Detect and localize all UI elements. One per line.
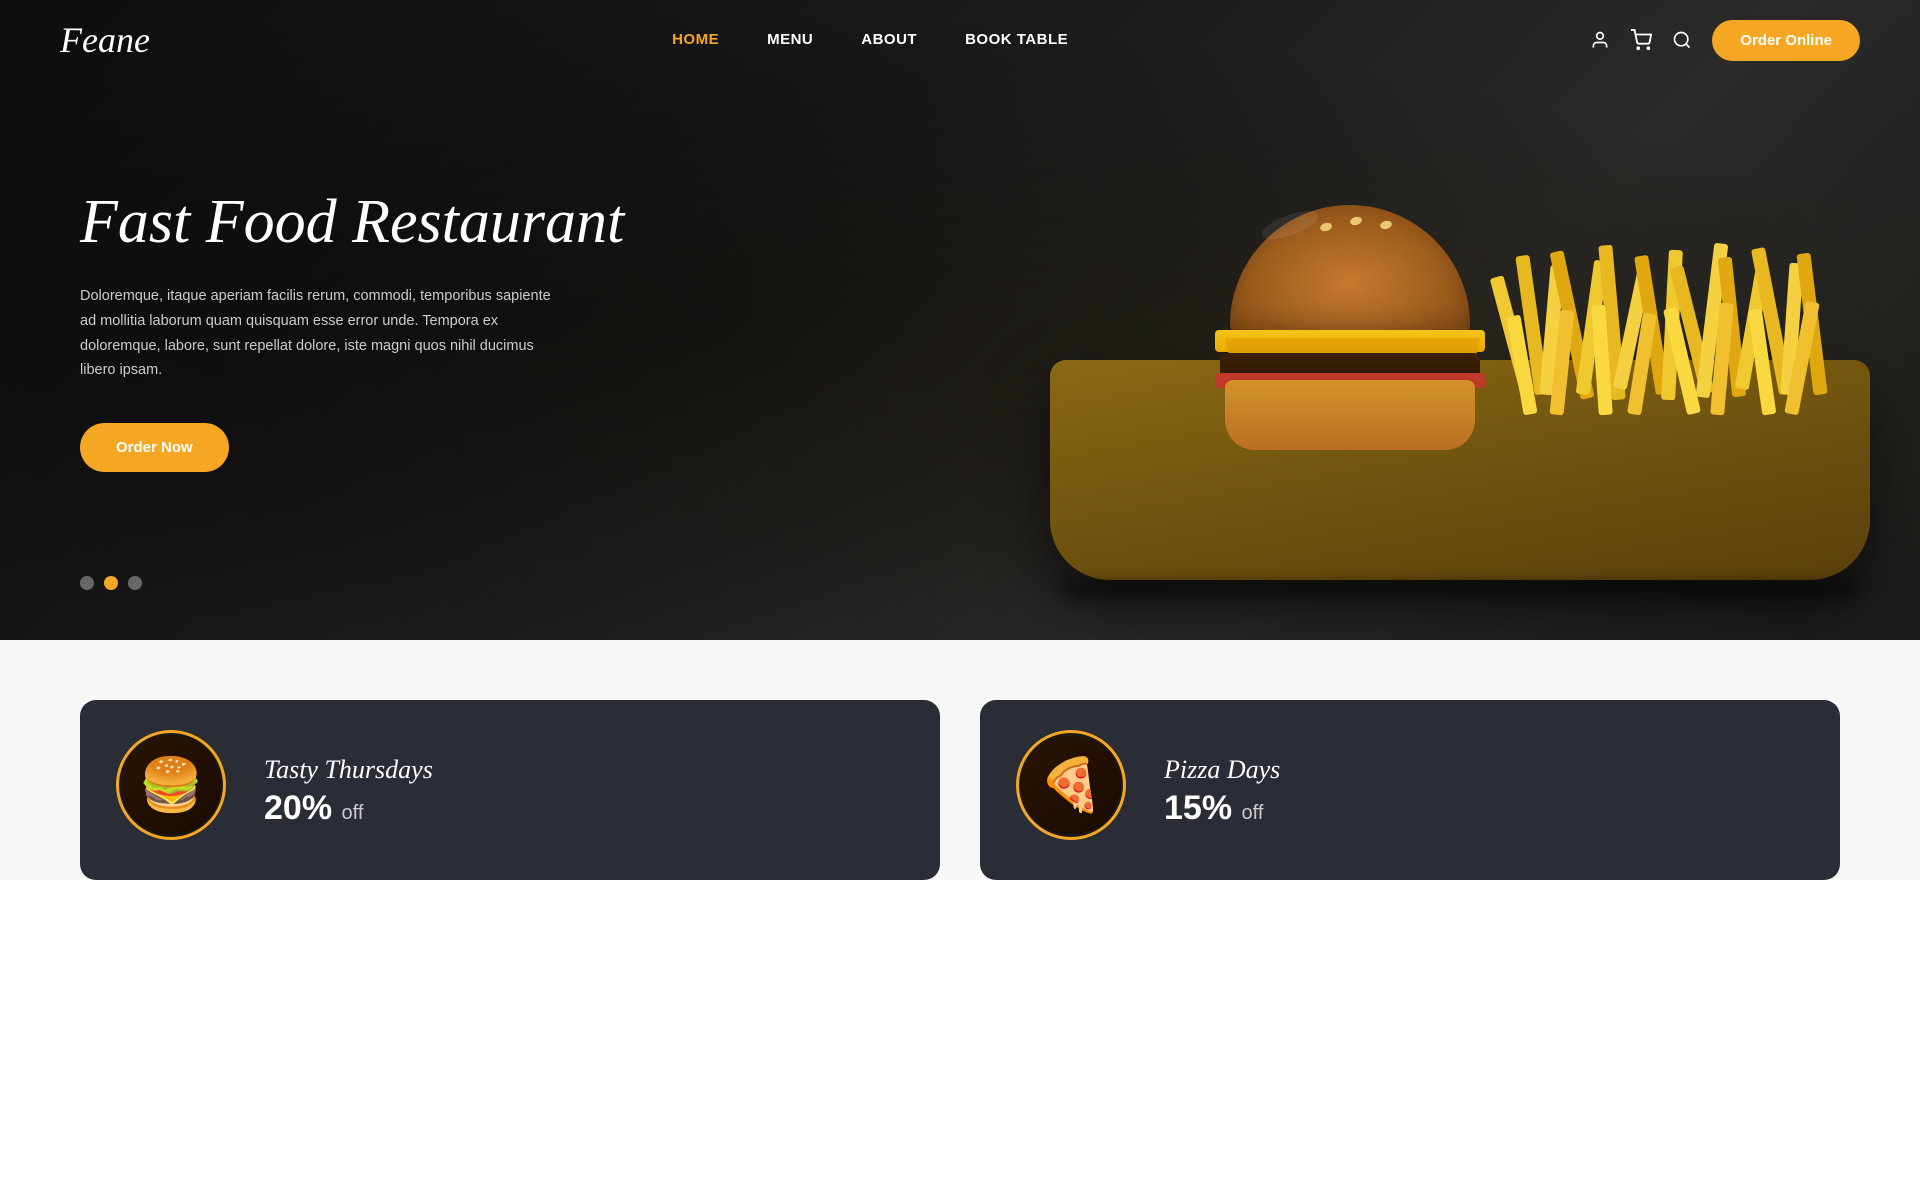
promo-name-pizza: Pizza Days [1164, 755, 1280, 785]
search-icon-button[interactable] [1672, 30, 1692, 50]
cart-icon-button[interactable] [1630, 29, 1652, 51]
order-now-button[interactable]: Order Now [80, 423, 229, 472]
sesame-2 [1349, 216, 1363, 227]
nav-link-menu[interactable]: MENU [767, 31, 813, 48]
promo-text-tasty: Tasty Thursdays 20% off [264, 755, 433, 825]
promo-text-pizza: Pizza Days 15% off [1164, 755, 1280, 825]
promo-ring-pizza [1016, 730, 1126, 840]
burger-bun-top [1230, 205, 1470, 335]
nav-link-book-table[interactable]: BOOK TABLE [965, 31, 1068, 48]
user-icon [1590, 30, 1610, 50]
brand-logo[interactable]: Feane [60, 19, 150, 61]
navbar: Feane HOME MENU ABOUT BOOK TABLE [0, 0, 1920, 80]
promo-ring-burger [116, 730, 226, 840]
hero-subtitle: Doloremque, itaque aperiam facilis rerum… [80, 284, 560, 383]
hero-section: Fast Food Restaurant Doloremque, itaque … [0, 0, 1920, 640]
discount-value-tasty: 20% [264, 789, 332, 827]
promo-img-pizza [1016, 730, 1136, 850]
hero-dots [80, 576, 142, 590]
slide-dot-3[interactable] [128, 576, 142, 590]
sesame-1 [1319, 222, 1333, 233]
promo-discount-tasty: 20% off [264, 791, 433, 825]
sesame-3 [1379, 220, 1393, 231]
order-online-button[interactable]: Order Online [1712, 20, 1860, 61]
discount-value-pizza: 15% [1164, 789, 1232, 827]
nav-link-home[interactable]: HOME [672, 31, 719, 48]
fries-illustration [1485, 235, 1865, 495]
off-label-pizza: off [1242, 802, 1264, 824]
nav-links: HOME MENU ABOUT BOOK TABLE [672, 31, 1068, 49]
promo-discount-pizza: 15% off [1164, 791, 1280, 825]
search-icon [1672, 30, 1692, 50]
user-icon-button[interactable] [1590, 30, 1610, 50]
off-label-tasty: off [342, 802, 364, 824]
burger-bun-bottom [1225, 380, 1475, 450]
promo-img-burger [116, 730, 236, 850]
promo-name-tasty: Tasty Thursdays [264, 755, 433, 785]
nav-icons: Order Online [1590, 20, 1860, 61]
nav-item-home[interactable]: HOME [672, 31, 719, 49]
hero-content: Fast Food Restaurant Doloremque, itaque … [80, 188, 624, 472]
hero-food-image [1020, 60, 1920, 640]
nav-item-menu[interactable]: MENU [767, 31, 813, 49]
promo-card-tasty-thursdays: Tasty Thursdays 20% off [80, 700, 940, 880]
hero-title: Fast Food Restaurant [80, 188, 624, 256]
promo-card-pizza-days: Pizza Days 15% off [980, 700, 1840, 880]
pizza-food-icon [1021, 735, 1121, 835]
slide-dot-2[interactable] [104, 576, 118, 590]
nav-item-book-table[interactable]: BOOK TABLE [965, 31, 1068, 49]
promo-section: Tasty Thursdays 20% off Pizza Days 15% o… [0, 640, 1920, 880]
burger-illustration [1210, 205, 1490, 485]
cart-icon [1630, 29, 1652, 51]
nav-link-about[interactable]: ABOUT [861, 31, 917, 48]
nav-item-about[interactable]: ABOUT [861, 31, 917, 49]
slide-dot-1[interactable] [80, 576, 94, 590]
burger-food-icon [121, 735, 221, 835]
